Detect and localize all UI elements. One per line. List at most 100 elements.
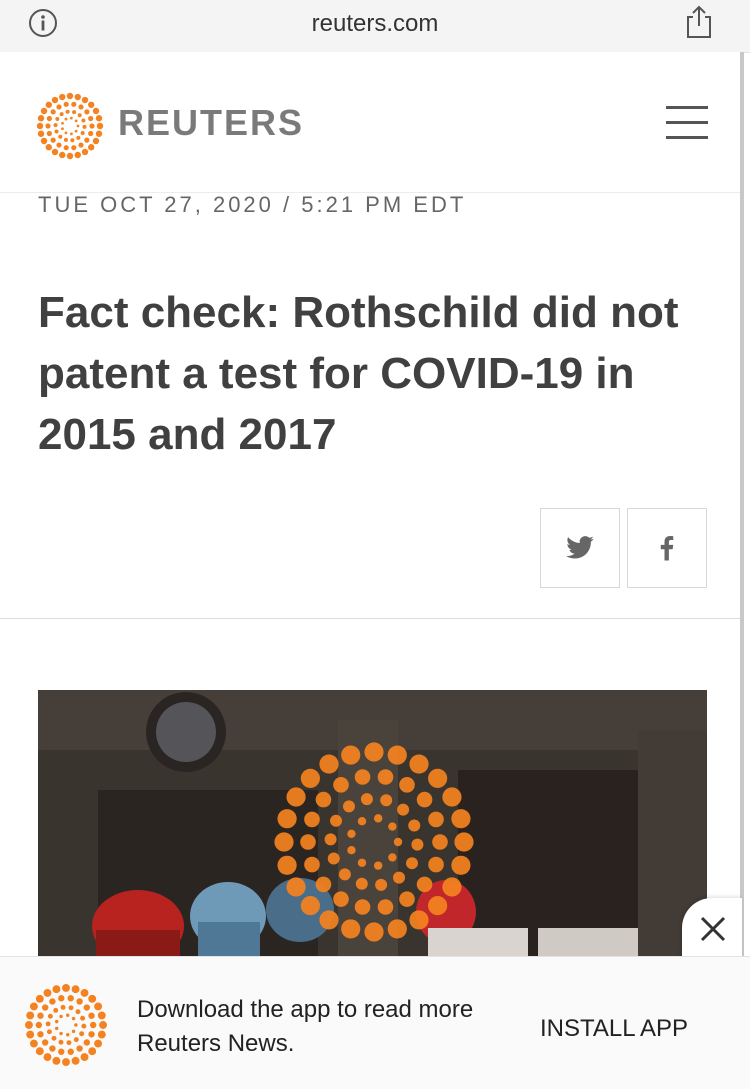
logo-dot xyxy=(70,138,75,143)
banner-message: Download the app to read more Reuters Ne… xyxy=(137,996,474,1057)
logo-dot xyxy=(71,101,77,107)
logo-dot xyxy=(63,145,69,151)
logo-dot xyxy=(451,855,471,875)
logo-dot xyxy=(59,93,66,101)
logo-dot xyxy=(274,832,294,852)
logo-dot xyxy=(43,988,52,997)
logo-dot xyxy=(41,1004,49,1011)
logo-dot xyxy=(286,877,306,897)
logo-dot xyxy=(59,1031,63,1036)
hamburger-menu-icon[interactable] xyxy=(666,106,708,140)
logo-dot xyxy=(88,1012,95,1019)
logo-dot xyxy=(88,144,95,151)
logo-dot xyxy=(364,922,384,942)
logo-dot xyxy=(63,137,68,142)
logo-dot xyxy=(92,107,100,115)
logo-dot xyxy=(46,115,52,122)
share-icon[interactable] xyxy=(684,4,714,40)
logo-dot xyxy=(76,135,81,140)
install-app-button[interactable]: INSTALL APP xyxy=(540,1015,688,1043)
logo-dot xyxy=(73,1037,79,1043)
logo-dot xyxy=(29,1002,38,1011)
logo-dot xyxy=(58,995,65,1002)
app-install-banner: Download the app to read more Reuters Ne… xyxy=(0,956,750,1089)
article-hero-image[interactable] xyxy=(38,690,707,956)
logo-dot xyxy=(416,876,433,893)
logo-dot xyxy=(338,868,351,881)
logo-dot xyxy=(300,834,316,850)
logo-dot xyxy=(95,115,103,122)
logo-dot xyxy=(341,919,361,939)
logo-dot xyxy=(451,809,471,829)
logo-dot xyxy=(83,1039,91,1046)
brand-name[interactable]: REUTERS xyxy=(118,102,304,144)
logo-dot xyxy=(442,877,462,897)
logo-dot xyxy=(51,1035,57,1041)
logo-dot xyxy=(81,148,89,156)
logo-dot xyxy=(81,1023,87,1029)
logo-dot xyxy=(341,745,361,765)
logo-dot xyxy=(94,1002,103,1011)
logo-dot xyxy=(43,1053,52,1062)
logo-dot xyxy=(35,1047,44,1056)
logo-dot xyxy=(388,853,397,862)
logo-dot xyxy=(55,116,60,121)
logo-dot xyxy=(45,1021,51,1027)
logo-dot xyxy=(81,118,86,123)
facebook-share-button[interactable] xyxy=(627,508,707,588)
logo-dot xyxy=(454,832,474,852)
logo-dot xyxy=(71,1016,76,1021)
logo-dot xyxy=(65,109,70,114)
reuters-logo-icon[interactable] xyxy=(36,92,104,160)
logo-dot xyxy=(342,800,355,813)
logo-dot xyxy=(54,129,59,134)
logo-dot xyxy=(99,1021,108,1029)
logo-dot xyxy=(377,769,394,785)
logo-dot xyxy=(62,1058,70,1067)
logo-dot xyxy=(432,834,448,850)
logo-dot xyxy=(58,1039,64,1045)
logo-dot xyxy=(277,809,297,829)
logo-dot xyxy=(286,787,306,807)
logo-dot xyxy=(88,130,94,137)
logo-dot xyxy=(45,123,51,129)
logo-dot xyxy=(428,768,448,788)
logo-dot xyxy=(88,1031,95,1038)
close-banner-button[interactable] xyxy=(682,898,742,958)
logo-dot xyxy=(357,858,367,867)
twitter-icon xyxy=(566,536,594,559)
logo-dot xyxy=(315,876,332,893)
logo-dot xyxy=(300,768,320,788)
logo-dot xyxy=(58,1048,65,1055)
logo-dot xyxy=(36,122,44,130)
logo-dot xyxy=(65,1033,70,1037)
logo-dot xyxy=(62,983,70,992)
logo-dot xyxy=(54,1026,59,1031)
url-domain[interactable]: reuters.com xyxy=(0,10,750,38)
logo-dot xyxy=(360,793,373,806)
logo-dot xyxy=(88,101,95,108)
logo-dot xyxy=(377,899,394,915)
logo-dot xyxy=(76,124,80,128)
logo-dot xyxy=(399,777,415,793)
logo-dot xyxy=(53,123,58,128)
logo-dot xyxy=(88,115,94,122)
logo-dot xyxy=(380,794,393,807)
logo-dot xyxy=(330,814,343,827)
logo-dot xyxy=(58,134,63,139)
logo-dot xyxy=(37,130,45,137)
logo-dot xyxy=(80,1053,89,1062)
logo-dot xyxy=(67,995,74,1002)
logo-dot xyxy=(333,891,349,907)
logo-dot xyxy=(37,1012,44,1019)
twitter-share-button[interactable] xyxy=(540,508,620,588)
logo-dot xyxy=(26,1011,35,1020)
logo-dot xyxy=(82,124,87,129)
logo-dot xyxy=(95,130,103,137)
logo-dot xyxy=(51,96,59,104)
logo-dot xyxy=(428,811,444,828)
article-headline: Fact check: Rothschild did not patent a … xyxy=(38,288,679,459)
logo-dot xyxy=(416,791,433,808)
logo-dot xyxy=(63,101,69,107)
logo-dot xyxy=(69,132,73,136)
